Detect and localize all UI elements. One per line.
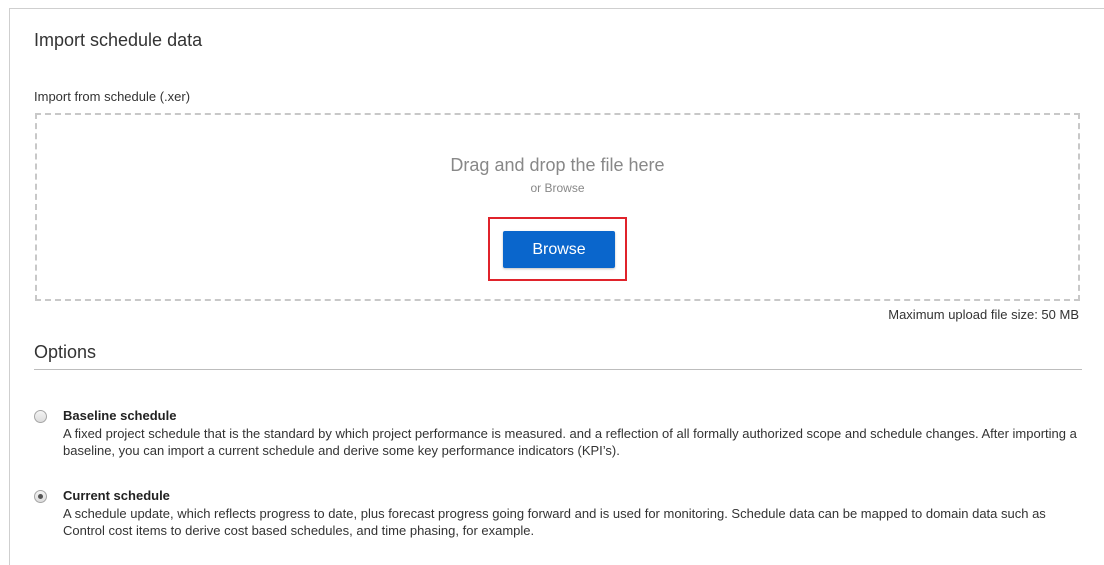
browse-button[interactable]: Browse — [503, 231, 615, 268]
option-title[interactable]: Baseline schedule — [63, 408, 176, 423]
import-panel: Import schedule data Import from schedul… — [9, 8, 1104, 565]
option-description: A fixed project schedule that is the sta… — [63, 426, 1077, 458]
dropzone-subtext: or Browse — [530, 181, 585, 195]
current-schedule-radio[interactable] — [34, 490, 47, 503]
options-heading: Options — [34, 342, 97, 362]
option-description: A schedule update, which reflects progre… — [63, 506, 1046, 538]
options-divider — [34, 369, 1082, 370]
import-source-label: Import from schedule (.xer) — [34, 89, 191, 104]
browse-highlight: Browse — [488, 217, 627, 281]
file-dropzone[interactable]: Drag and drop the file here or Browse Br… — [35, 113, 1080, 301]
dropzone-heading: Drag and drop the file here — [450, 155, 665, 175]
page-title: Import schedule data — [34, 30, 203, 50]
option-title[interactable]: Current schedule — [63, 488, 170, 503]
max-upload-size: Maximum upload file size: 50 MB — [888, 307, 1079, 322]
baseline-schedule-radio[interactable] — [34, 410, 47, 423]
